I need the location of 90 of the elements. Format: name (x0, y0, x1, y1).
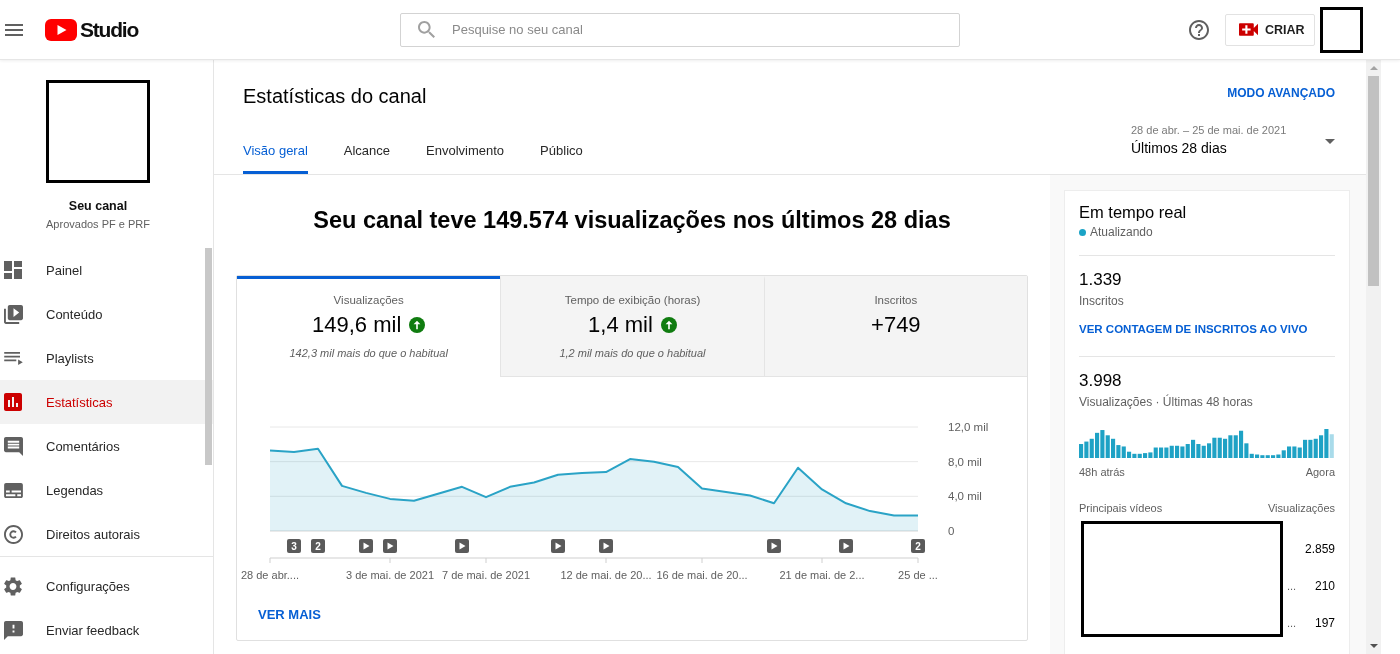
bar-chart-icon (4, 393, 22, 411)
column-heading: Principais vídeos (1079, 501, 1163, 515)
tab[interactable]: Envolvimento (426, 126, 505, 174)
video-marker[interactable] (599, 539, 613, 553)
axis-label: 0 (948, 525, 955, 537)
playlist-icon (4, 351, 23, 365)
subtitles-icon (4, 482, 23, 498)
comment-icon (4, 436, 23, 456)
nav-item[interactable]: Estatísticas (0, 380, 213, 424)
axis-label: 3 de mai. de 2021 (345, 569, 435, 581)
metric-note: 142,3 mil mais do que o habitual (289, 346, 448, 360)
metric-label: Tempo de exibição (horas) (564, 293, 701, 307)
scrollbar-track[interactable] (1366, 60, 1381, 654)
views-cell: 2.859 (1304, 541, 1335, 556)
settings-icon (4, 576, 22, 596)
status-text: Atualizando (1090, 224, 1153, 240)
search-field[interactable]: Pesquise no seu canal (400, 12, 960, 47)
nav-item[interactable]: Direitos autorais (0, 512, 213, 556)
count-label: Inscritos (1079, 294, 1125, 308)
channel-name: Seu canal (68, 199, 128, 214)
caret-icon (1325, 139, 1335, 144)
metric-value: +749 (871, 311, 921, 339)
video-count-marker[interactable]: 2 (911, 539, 925, 553)
tab[interactable]: Alcance (343, 126, 391, 174)
nav-item[interactable]: Comentários (0, 424, 213, 468)
nav-item[interactable]: Configurações (0, 564, 213, 608)
metric-label: Visualizações (333, 293, 404, 307)
video-title[interactable]: ... (1287, 615, 1297, 630)
search-icon (418, 20, 435, 38)
feedback-icon (4, 620, 23, 640)
subscriber-count: 1.339 (1079, 270, 1123, 290)
axis-label: 28 de abr.... (240, 569, 300, 581)
channel-subtitle: Aprovados PF e PRF (46, 218, 150, 231)
metric-label: Inscritos (874, 293, 918, 307)
menu-icon[interactable] (5, 23, 23, 36)
axis-label: 25 de ... (898, 569, 938, 581)
dashboard-icon (4, 261, 22, 279)
metric-note: 1,2 mil mais do que o habitual (559, 346, 706, 360)
axis-label: 21 de mai. de 2... (779, 569, 865, 581)
axis-label: 12 de mai. de 20... (560, 569, 652, 581)
axis-label: 12,0 mil (948, 421, 989, 433)
metric-tab[interactable]: Inscritos +749 (763, 276, 1027, 377)
date-range-dropdown[interactable]: 28 de abr. – 25 de mai. de 2021 Últimos 28 dias (1131, 123, 1335, 157)
video-count-marker[interactable]: 3 (287, 539, 301, 553)
headline: Seu canal teve 149.574 visualizações nos últimos 28 dias (312, 206, 952, 235)
nav-item[interactable]: Enviar feedback (0, 608, 213, 652)
video-library-icon (4, 304, 23, 324)
scrollbar-thumb[interactable] (1368, 76, 1379, 286)
video-camera-plus-icon (1239, 23, 1258, 36)
count-label: Visualizações · Últimas 48 horas (1079, 395, 1254, 409)
metric-value: 1,4 mil (588, 311, 653, 339)
video-count-marker[interactable]: 2 (311, 539, 325, 553)
axis-label: 8,0 mil (948, 455, 982, 468)
scrollbar-thumb[interactable] (205, 248, 212, 465)
view-count: 3.998 (1079, 371, 1123, 391)
card-title: Em tempo real (1079, 203, 1188, 221)
metric-value: 149,6 mil (312, 311, 402, 339)
video-title[interactable]: ... (1287, 578, 1297, 593)
advanced-mode-link[interactable]: MODO AVANÇADO (1227, 86, 1335, 100)
nav-item[interactable]: Painel (0, 248, 213, 292)
nav-item[interactable]: Conteúdo (0, 292, 213, 336)
see-more-link[interactable]: VER MAIS (258, 607, 321, 623)
video-marker[interactable] (767, 539, 781, 553)
tab[interactable]: Público (540, 126, 583, 174)
metric-tab[interactable]: Tempo de exibição (horas) 1,4 mil 1,2 mil mais do que o habitual (500, 276, 764, 377)
video-marker[interactable] (383, 539, 397, 553)
redaction-block (1320, 6, 1363, 53)
axis-label: 4,0 mil (948, 490, 982, 503)
video-marker[interactable] (551, 539, 565, 553)
views-cell: 197 (1314, 615, 1335, 630)
axis-label: Agora (1305, 465, 1335, 479)
axis-label: 16 de mai. de 20... (656, 569, 748, 581)
nav-item[interactable]: Playlists (0, 336, 213, 380)
axis-label: 48h atrás (1079, 465, 1125, 479)
play-logo-icon[interactable] (45, 18, 77, 41)
video-marker[interactable] (839, 539, 853, 553)
views-cell: 210 (1314, 578, 1335, 593)
copyright-icon (4, 524, 23, 544)
status-dot-icon (1079, 228, 1086, 236)
logo-text: Studio (80, 17, 139, 42)
video-marker[interactable] (359, 539, 373, 553)
page-title: Estatísticas do canal (243, 84, 427, 108)
create-button[interactable]: CRIAR (1225, 13, 1315, 46)
help-icon[interactable] (1189, 19, 1209, 40)
nav-item[interactable]: Legendas (0, 468, 213, 512)
column-heading: Visualizações (1267, 501, 1335, 515)
scroll-down-icon[interactable] (1369, 644, 1378, 648)
video-marker[interactable] (455, 539, 469, 553)
axis-label: 7 de mai. de 2021 (441, 569, 531, 581)
live-count-link[interactable]: VER CONTAGEM DE INSCRITOS AO VIVO (1079, 321, 1308, 337)
